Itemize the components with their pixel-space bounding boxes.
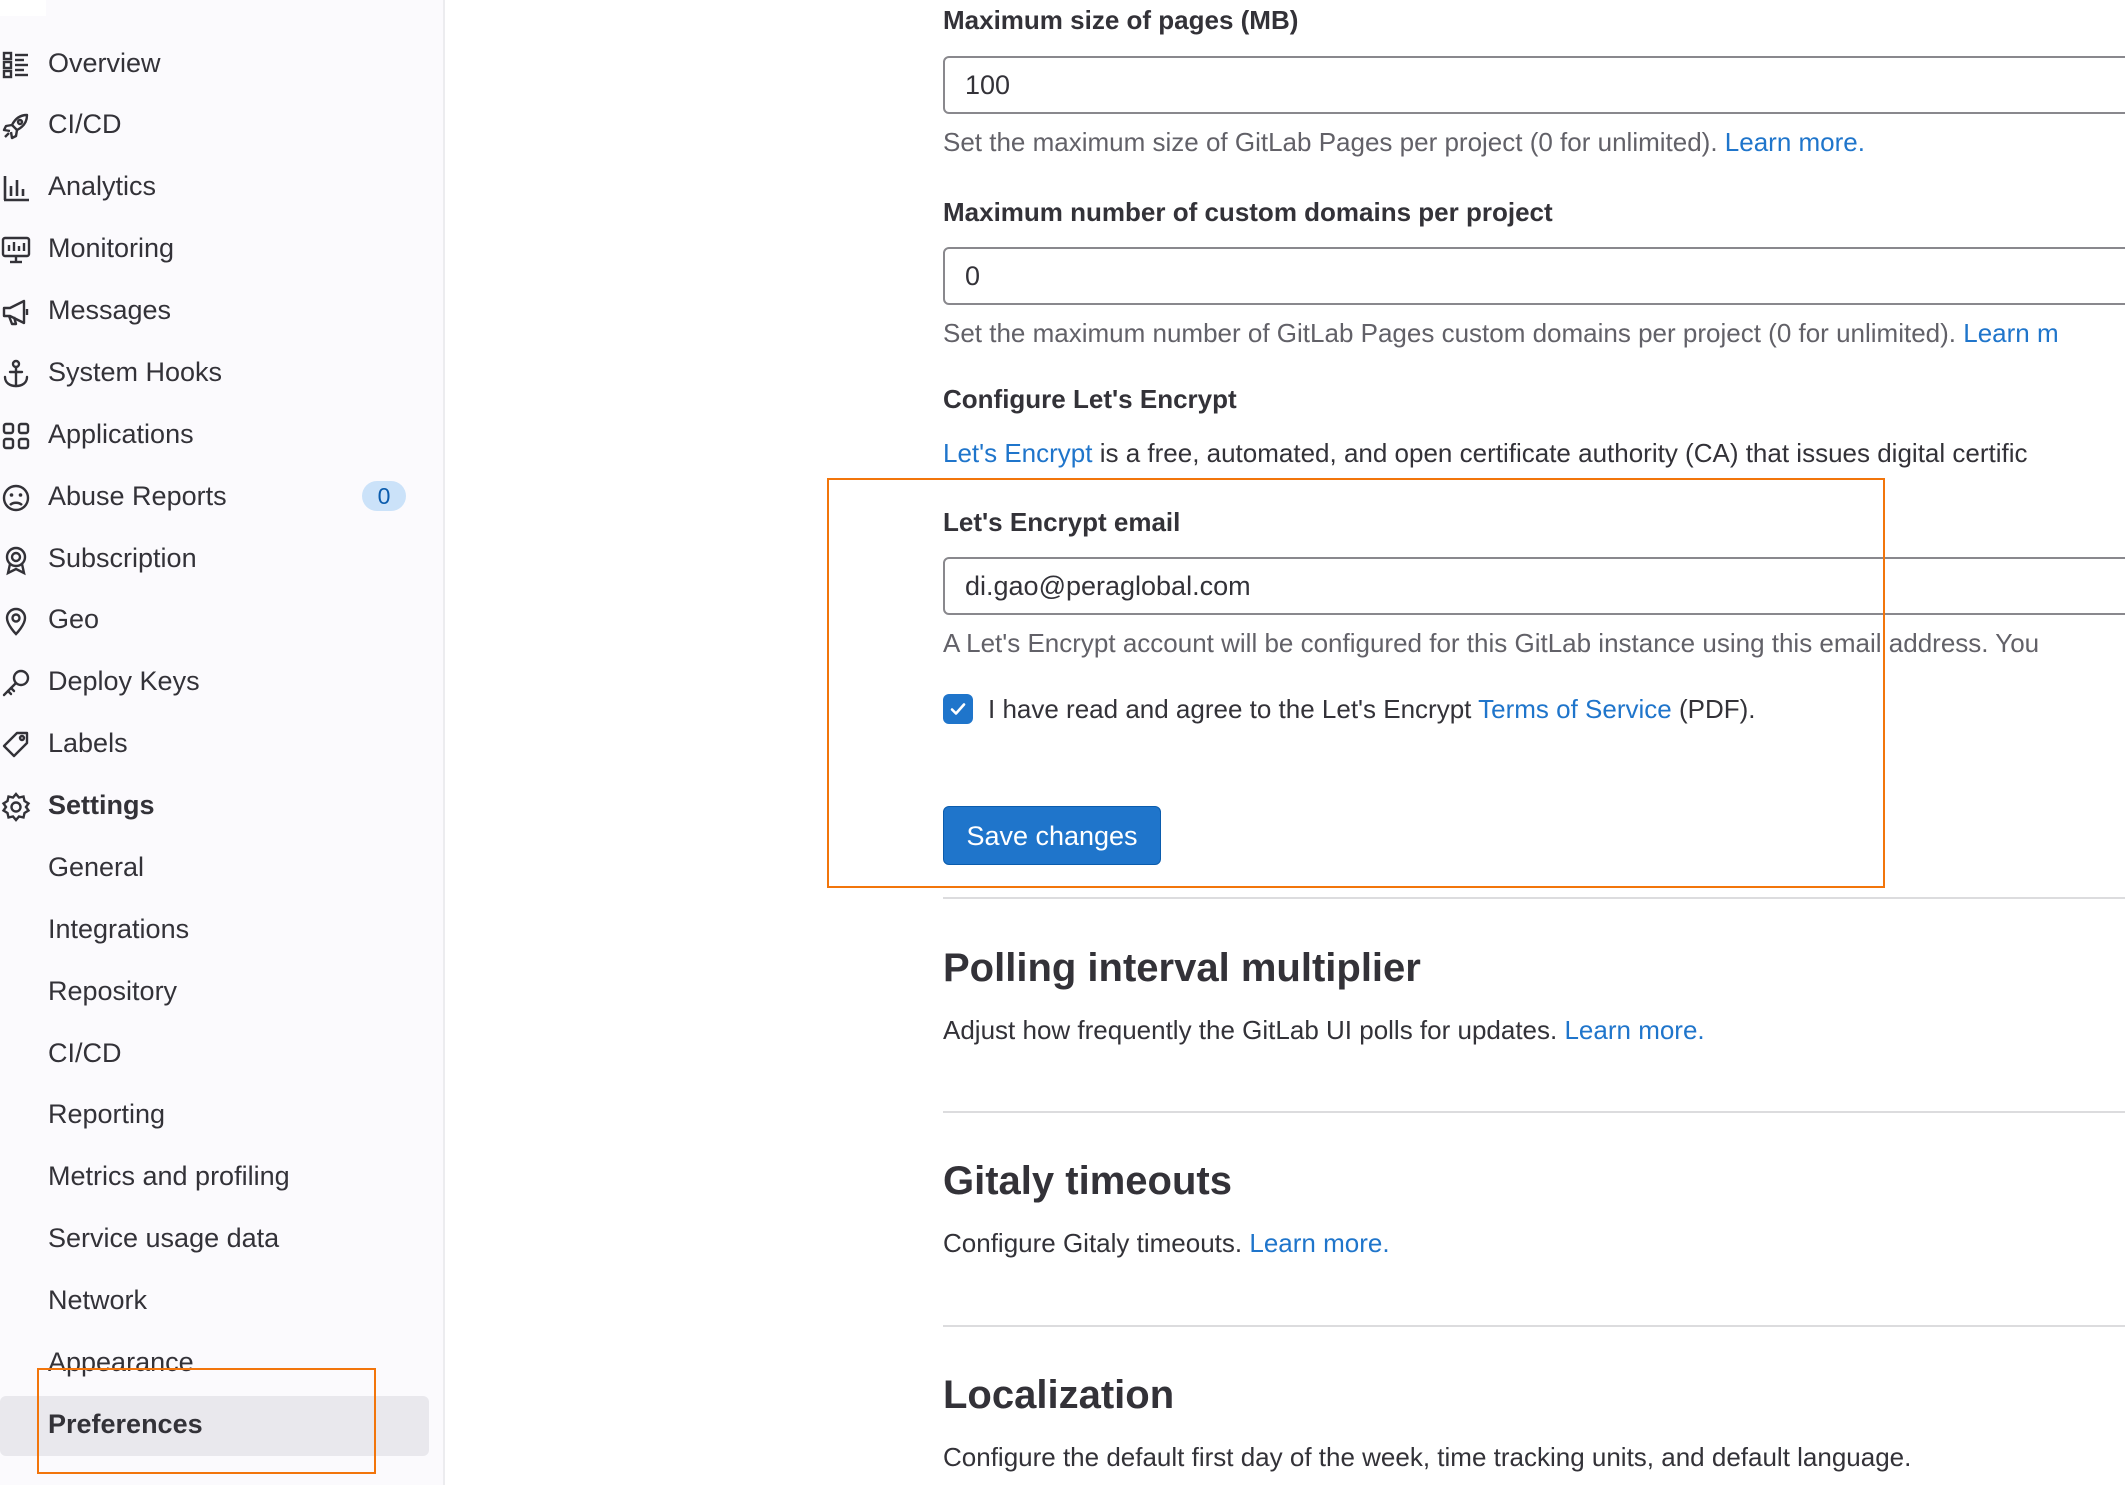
max-custom-domains-input[interactable]: [943, 247, 2125, 305]
sidebar-subitem-appearance[interactable]: Appearance: [0, 1337, 430, 1387]
checkmark-icon: [950, 703, 966, 715]
polling-interval-description-text: Adjust how frequently the GitLab UI poll…: [943, 1015, 1565, 1045]
sidebar-subitem-label: CI/CD: [48, 1038, 122, 1068]
sidebar-subitem-network[interactable]: Network: [0, 1275, 430, 1325]
sidebar-subitem-label: Preferences: [48, 1409, 203, 1439]
sidebar-item-settings[interactable]: Settings: [0, 780, 430, 830]
save-changes-button[interactable]: Save changes: [943, 806, 1161, 865]
sidebar-item-label: Analytics: [48, 171, 157, 201]
labels-icon: [0, 729, 32, 761]
abuse-face-icon: [0, 482, 32, 514]
sidebar-subitem-label: Service usage data: [48, 1223, 280, 1253]
monitor-icon: [0, 234, 32, 266]
sidebar-subitem-preferences[interactable]: Preferences: [0, 1399, 430, 1449]
letsencrypt-description: Let's Encrypt is a free, automated, and …: [943, 435, 2028, 471]
sidebar-item-label: Applications: [48, 419, 194, 449]
sidebar-subitem-label: Network: [48, 1285, 148, 1315]
anchor-icon: [0, 358, 32, 390]
overview-icon: [0, 49, 32, 81]
sidebar-subitem-metrics-and-profiling[interactable]: Metrics and profiling: [0, 1151, 430, 1201]
key-icon: [0, 667, 32, 699]
max-pages-size-help: Set the maximum size of GitLab Pages per…: [943, 124, 1865, 160]
terms-of-service-link[interactable]: Terms of Service: [1478, 694, 1672, 724]
sidebar-subitem-cicd[interactable]: CI/CD: [0, 1028, 430, 1078]
sidebar-item-label: Settings: [48, 790, 155, 820]
sidebar-item-applications[interactable]: Applications: [0, 409, 430, 459]
location-icon: [0, 605, 32, 637]
max-custom-domains-help: Set the maximum number of GitLab Pages c…: [943, 315, 2059, 351]
sidebar-item-label: Overview: [48, 48, 161, 78]
sidebar-item-abuse-reports[interactable]: Abuse Reports 0: [0, 471, 430, 521]
sidebar-item-analytics[interactable]: Analytics: [0, 161, 430, 211]
sidebar-item-label: Messages: [48, 295, 172, 325]
gitaly-learn-more-link[interactable]: Learn more.: [1249, 1228, 1389, 1258]
max-custom-domains-learn-more-link[interactable]: Learn m: [1963, 318, 2058, 348]
section-divider: [943, 1111, 2125, 1113]
localization-title: Localization: [943, 1373, 1175, 1417]
license-icon: [0, 544, 32, 576]
gitaly-timeouts-description: Configure Gitaly timeouts. Learn more.: [943, 1225, 1390, 1261]
gitaly-timeouts-title: Gitaly timeouts: [943, 1159, 1232, 1203]
localization-description: Configure the default first day of the w…: [943, 1442, 1912, 1472]
max-pages-size-help-text: Set the maximum size of GitLab Pages per…: [943, 127, 1718, 157]
sidebar-item-system-hooks[interactable]: System Hooks: [0, 347, 430, 397]
sidebar-item-label: Monitoring: [48, 233, 175, 263]
sidebar-item-deploy-keys[interactable]: Deploy Keys: [0, 656, 430, 706]
polling-learn-more-link[interactable]: Learn more.: [1564, 1015, 1704, 1045]
max-pages-size-label: Maximum size of pages (MB): [943, 5, 1299, 35]
settings-icon: [0, 791, 32, 823]
sidebar-item-messages[interactable]: Messages: [0, 285, 430, 335]
sidebar-subitem-reporting[interactable]: Reporting: [0, 1089, 430, 1139]
letsencrypt-email-label: Let's Encrypt email: [943, 507, 1181, 537]
sidebar-item-geo[interactable]: Geo: [0, 594, 430, 644]
sidebar-subitem-label: Appearance: [48, 1347, 194, 1377]
gitaly-timeouts-description-text: Configure Gitaly timeouts.: [943, 1228, 1250, 1258]
max-pages-size-learn-more-link[interactable]: Learn more.: [1725, 127, 1865, 157]
letsencrypt-description-text: is a free, automated, and open certifica…: [1092, 438, 2028, 468]
sidebar-item-label: Deploy Keys: [48, 666, 200, 696]
tos-agree-checkbox[interactable]: [943, 694, 973, 724]
tos-agree-suffix: (PDF).: [1671, 694, 1756, 724]
sidebar-item-label: Labels: [48, 728, 128, 758]
sidebar-subitem-label: Repository: [48, 976, 178, 1006]
sidebar-subitem-service-usage-data[interactable]: Service usage data: [0, 1213, 430, 1263]
sidebar-subitem-label: Reporting: [48, 1099, 166, 1129]
tos-agree-text: I have read and agree to the Let's Encry…: [988, 694, 1479, 724]
section-divider: [943, 897, 2125, 899]
sidebar-subitem-label: General: [48, 852, 145, 882]
polling-interval-title: Polling interval multiplier: [943, 946, 1421, 990]
sidebar-header-stub: [0, 0, 46, 16]
sidebar-item-label: CI/CD: [48, 109, 122, 139]
max-custom-domains-help-text: Set the maximum number of GitLab Pages c…: [943, 318, 1956, 348]
sidebar-subitem-general[interactable]: General: [0, 842, 430, 892]
sidebar-subitem-label: Integrations: [48, 914, 190, 944]
letsencrypt-email-help: A Let's Encrypt account will be configur…: [943, 628, 2040, 658]
configure-letsencrypt-heading: Configure Let's Encrypt: [943, 384, 1237, 414]
bullhorn-icon: [0, 296, 32, 328]
rocket-icon: [0, 110, 32, 142]
max-custom-domains-label: Maximum number of custom domains per pro…: [943, 197, 1553, 227]
sidebar-subitem-label: Metrics and profiling: [48, 1161, 290, 1191]
sidebar-item-label: Geo: [48, 604, 100, 634]
sidebar-item-label: System Hooks: [48, 357, 223, 387]
sidebar-item-label: Abuse Reports: [48, 481, 227, 511]
admin-sidebar: Overview CI/CD Analytics Monitoring Mess…: [0, 0, 445, 1485]
tos-agree-label: I have read and agree to the Let's Encry…: [988, 691, 1756, 727]
sidebar-subitem-integrations[interactable]: Integrations: [0, 904, 430, 954]
sidebar-item-overview[interactable]: Overview: [0, 38, 430, 88]
sidebar-item-subscription[interactable]: Subscription: [0, 533, 430, 583]
letsencrypt-email-input[interactable]: [943, 557, 2125, 615]
sidebar-item-cicd[interactable]: CI/CD: [0, 99, 430, 149]
max-pages-size-input[interactable]: [943, 56, 2125, 114]
section-divider: [943, 1325, 2125, 1327]
applications-icon: [0, 420, 32, 452]
chart-icon: [0, 172, 32, 204]
abuse-reports-count-badge: 0: [362, 481, 406, 511]
sidebar-item-label: Subscription: [48, 543, 197, 573]
sidebar-item-monitoring[interactable]: Monitoring: [0, 223, 430, 273]
sidebar-item-labels[interactable]: Labels: [0, 718, 430, 768]
sidebar-subitem-repository[interactable]: Repository: [0, 966, 430, 1016]
polling-interval-description: Adjust how frequently the GitLab UI poll…: [943, 1012, 1705, 1048]
letsencrypt-link[interactable]: Let's Encrypt: [943, 438, 1092, 468]
